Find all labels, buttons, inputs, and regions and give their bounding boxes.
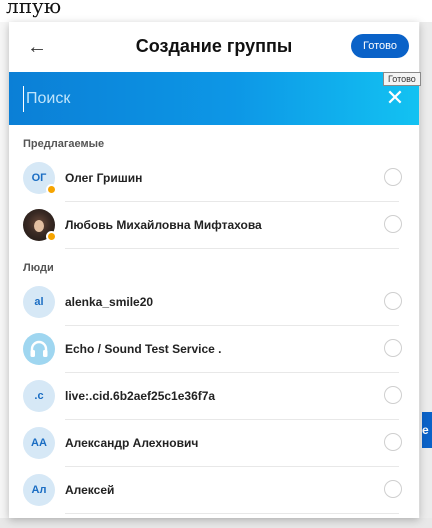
select-checkbox[interactable] bbox=[384, 292, 402, 310]
contact-name: Echo / Sound Test Service . bbox=[65, 342, 222, 356]
avatar: .c bbox=[23, 380, 55, 412]
contact-name: Олег Гришин bbox=[65, 171, 143, 185]
away-status-icon bbox=[46, 231, 57, 242]
tooltip: Готово bbox=[383, 72, 421, 86]
select-checkbox[interactable] bbox=[384, 433, 402, 451]
contact-row[interactable]: Ал Алексей bbox=[9, 467, 419, 514]
contact-name: Любовь Михайловна Мифтахова bbox=[65, 218, 262, 232]
section-label: Предлагаемые bbox=[23, 138, 105, 150]
select-checkbox[interactable] bbox=[384, 386, 402, 404]
avatar: Ал bbox=[23, 474, 55, 506]
avatar-photo bbox=[34, 220, 44, 232]
avatar: АА bbox=[23, 427, 55, 459]
background-button: е bbox=[422, 412, 432, 448]
select-checkbox[interactable] bbox=[384, 339, 402, 357]
background-bottom bbox=[0, 518, 432, 528]
avatar bbox=[23, 333, 55, 365]
select-checkbox[interactable] bbox=[384, 168, 402, 186]
select-checkbox[interactable] bbox=[384, 480, 402, 498]
contact-name: alenka_smile20 bbox=[65, 295, 154, 309]
headset-icon bbox=[30, 340, 48, 357]
row-divider bbox=[65, 248, 399, 249]
contact-name: Александр Алехнович bbox=[65, 436, 199, 450]
avatar: al bbox=[23, 286, 55, 318]
create-group-dialog: ← Создание группы Готово ✕ Предлагаемые О… bbox=[9, 22, 419, 518]
contact-row[interactable]: Echo / Sound Test Service . bbox=[9, 326, 419, 373]
contact-name: Алексей bbox=[65, 483, 115, 497]
background-right-panel bbox=[420, 22, 432, 528]
section-label: Люди bbox=[23, 262, 54, 274]
done-button[interactable]: Готово bbox=[351, 34, 409, 58]
background-header-text: лпую bbox=[6, 0, 62, 18]
background-header: лпую bbox=[0, 0, 432, 22]
contact-row[interactable]: АА Александр Алехнович bbox=[9, 420, 419, 467]
select-checkbox[interactable] bbox=[384, 215, 402, 233]
search-input[interactable] bbox=[23, 86, 358, 112]
contact-row[interactable]: al alenka_smile20 bbox=[9, 279, 419, 326]
contact-row[interactable]: Любовь Михайловна Мифтахова bbox=[9, 202, 419, 249]
contact-name: live:.cid.6b2aef25c1e36f7a bbox=[65, 389, 216, 403]
search-bar: ✕ bbox=[9, 72, 419, 125]
contact-row[interactable]: ОГ Олег Гришин bbox=[9, 155, 419, 202]
close-icon[interactable]: ✕ bbox=[381, 84, 409, 112]
contact-list: Предлагаемые ОГ Олег Гришин Любовь Михайлов… bbox=[9, 125, 419, 514]
row-divider bbox=[65, 513, 399, 514]
contact-row[interactable]: .c live:.cid.6b2aef25c1e36f7a bbox=[9, 373, 419, 420]
away-status-icon bbox=[46, 184, 57, 195]
dialog-header: ← Создание группы Готово bbox=[9, 22, 419, 72]
